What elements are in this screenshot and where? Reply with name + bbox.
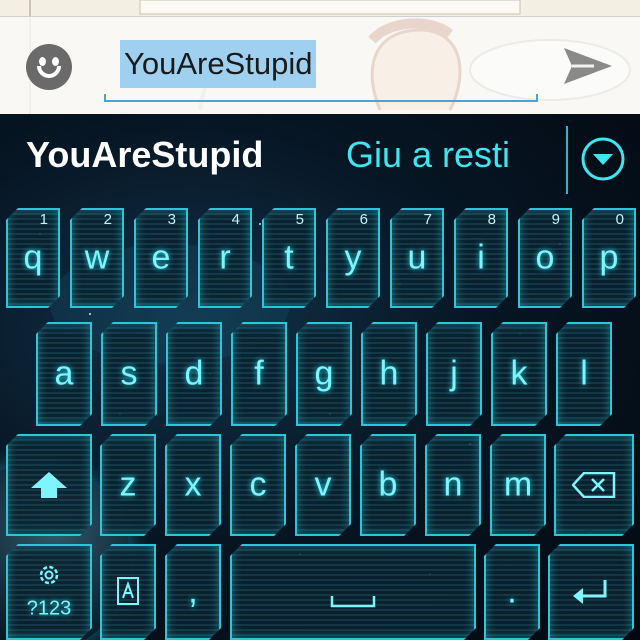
message-input-text: YouAreStupid [120, 40, 317, 88]
send-button[interactable] [560, 44, 616, 88]
language-key[interactable] [100, 544, 156, 640]
suggestion-primary[interactable]: YouAreStupid [26, 134, 263, 176]
key-h[interactable]: h [361, 322, 417, 426]
shift-key[interactable] [6, 434, 92, 536]
space-key[interactable] [230, 544, 476, 640]
key-p[interactable]: 0p [582, 208, 636, 308]
comma-key[interactable]: , [165, 544, 221, 640]
key-j[interactable]: j [426, 322, 482, 426]
key-k[interactable]: k [491, 322, 547, 426]
key-z[interactable]: z [100, 434, 156, 536]
compose-area: YouAreStupid [0, 0, 640, 114]
language-a-icon [114, 576, 142, 608]
key-u[interactable]: 7u [390, 208, 444, 308]
key-b[interactable]: b [360, 434, 416, 536]
key-x[interactable]: x [165, 434, 221, 536]
key-a[interactable]: a [36, 322, 92, 426]
key-w[interactable]: 2w [70, 208, 124, 308]
gear-icon [36, 562, 62, 588]
backspace-icon [572, 472, 616, 498]
period-key[interactable]: . [484, 544, 540, 640]
suggestion-secondary[interactable]: Giu a resti [346, 134, 510, 176]
message-input[interactable]: YouAreStupid [104, 40, 538, 102]
enter-return-icon [571, 578, 611, 606]
key-n[interactable]: n [425, 434, 481, 536]
space-bar-icon [330, 594, 376, 608]
send-icon [564, 48, 612, 84]
key-l[interactable]: l [556, 322, 612, 426]
expand-suggestions-button[interactable] [580, 136, 626, 182]
key-s[interactable]: s [101, 322, 157, 426]
emoji-button[interactable] [26, 44, 72, 90]
suggestion-divider [566, 126, 568, 194]
key-i[interactable]: 8i [454, 208, 508, 308]
key-r[interactable]: 4r [198, 208, 252, 308]
key-m[interactable]: m [490, 434, 546, 536]
symbols-key[interactable]: ?123 [6, 544, 92, 640]
enter-key[interactable] [548, 544, 634, 640]
key-c[interactable]: c [230, 434, 286, 536]
key-v[interactable]: v [295, 434, 351, 536]
key-d[interactable]: d [166, 322, 222, 426]
suggestion-strip: YouAreStupid Giu a resti [0, 114, 640, 202]
key-y[interactable]: 6y [326, 208, 380, 308]
key-q[interactable]: 1q [6, 208, 60, 308]
chevron-down-circle-icon [581, 137, 625, 181]
shift-arrow-icon [29, 470, 69, 500]
key-f[interactable]: f [231, 322, 287, 426]
keyboard: YouAreStupid Giu a resti 1q 2w 3e 4r 5t … [0, 114, 640, 640]
key-t[interactable]: 5t [262, 208, 316, 308]
key-g[interactable]: g [296, 322, 352, 426]
backspace-key[interactable] [554, 434, 634, 536]
key-o[interactable]: 9o [518, 208, 572, 308]
symbols-label: ?123 [26, 597, 72, 620]
key-e[interactable]: 3e [134, 208, 188, 308]
